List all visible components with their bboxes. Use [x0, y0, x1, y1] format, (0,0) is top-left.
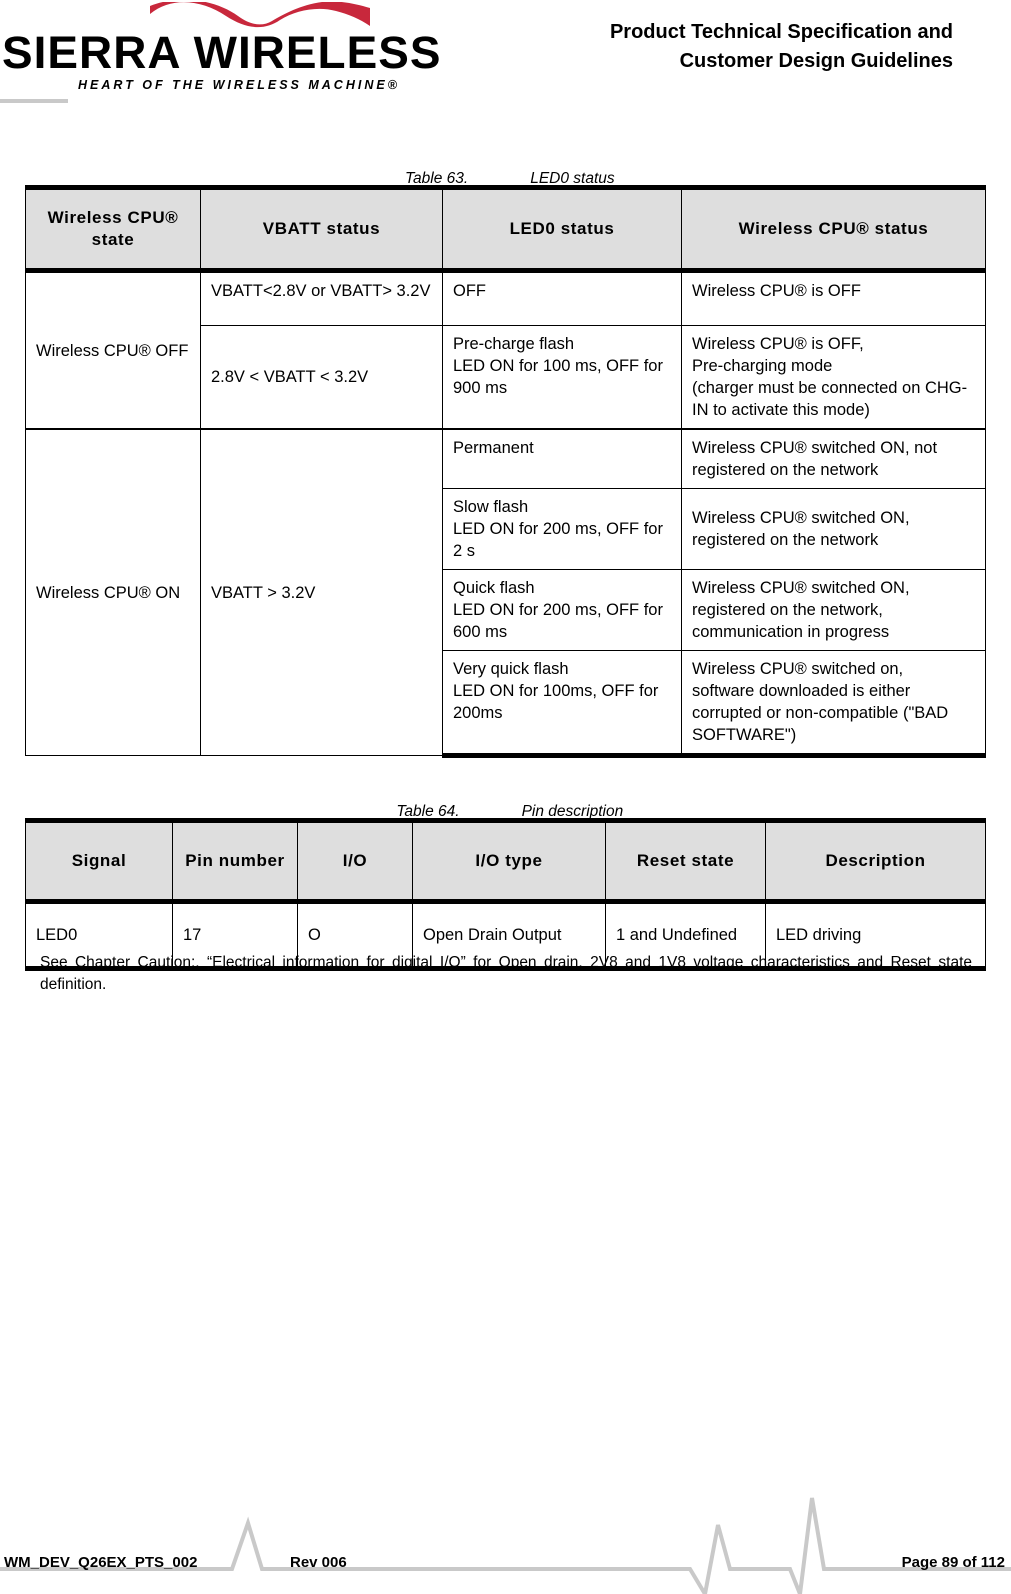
table64-caption: Table 64. Pin description: [0, 785, 1011, 821]
table64-col-header-pin-number: Pin number: [172, 818, 298, 904]
table63-cpu-r2-line3: (charger must be connected on CHG-IN to …: [692, 379, 968, 419]
table63-cell-vbatt-r1: VBATT<2.8V or VBATT> 3.2V: [200, 270, 443, 326]
table63-cell-led0-r3: Permanent: [442, 428, 682, 489]
table63-col-header-state: Wireless CPU® state: [25, 185, 201, 273]
table63-led0-r2-line2: LED ON for 100 ms, OFF for 900 ms: [453, 357, 663, 397]
header-title-line1: Product Technical Specification and: [609, 21, 953, 43]
footer-revision: Rev 006: [290, 1554, 347, 1571]
table63-col-header-cpustatus: Wireless CPU® status: [681, 185, 986, 273]
table63-cell-led0-r4: Slow flash LED ON for 200 ms, OFF for 2 …: [442, 488, 682, 570]
table63-cpu-r6-line2: software downloaded is either corrupted …: [692, 682, 949, 744]
table63-led0-r5-line2: LED ON for 200 ms, OFF for 600 ms: [453, 601, 663, 641]
table-row: Wireless CPU® ON VBATT > 3.2V Permanent …: [25, 428, 986, 756]
table63-led0-r2-line1: Pre-charge flash: [453, 335, 575, 353]
table63-cell-vbatt-r2: 2.8V < VBATT < 3.2V: [200, 325, 443, 430]
table63-cell-cpustatus-r5: Wireless CPU® switched ON, registered on…: [681, 569, 986, 651]
page-header: SIERRA WIRELESS HEART OF THE WIRELESS MA…: [0, 0, 1011, 110]
table64-header-row: Signal Pin number I/O I/O type Reset sta…: [25, 818, 986, 904]
table63-cell-cpustatus-r1: Wireless CPU® is OFF: [681, 270, 986, 326]
table64-col-header-io: I/O: [297, 818, 413, 904]
table63-cpu-r2-line1: Wireless CPU® is OFF,: [692, 335, 864, 353]
table63-header-row: Wireless CPU® state VBATT status LED0 st…: [25, 185, 986, 273]
table63-cell-led0-r1: OFF: [442, 270, 682, 326]
table63-cell-led0-r5: Quick flash LED ON for 200 ms, OFF for 6…: [442, 569, 682, 651]
table63-cell-vbatt-on: VBATT > 3.2V: [200, 428, 443, 756]
table63-col-header-led0: LED0 status: [442, 185, 682, 273]
table63-cell-cpustatus-r2: Wireless CPU® is OFF, Pre-charging mode …: [681, 325, 986, 430]
table63-col-header-vbatt: VBATT status: [200, 185, 443, 273]
table63-led0-r5-line1: Quick flash: [453, 579, 535, 597]
table63-cell-state-off: Wireless CPU® OFF: [25, 270, 201, 430]
table64-col-header-description: Description: [765, 818, 986, 904]
table-row: Wireless CPU® OFF VBATT<2.8V or VBATT> 3…: [25, 270, 986, 430]
table63-cell-cpustatus-r6: Wireless CPU® switched on, software down…: [681, 650, 986, 758]
table63-led0-r4-line2: LED ON for 200 ms, OFF for 2 s: [453, 520, 663, 560]
table63-led0-r6-line1: Very quick flash: [453, 660, 569, 678]
table63-led0-r4-line1: Slow flash: [453, 498, 529, 516]
footer-wave-decoration: [0, 1497, 1011, 1594]
logo-tagline: HEART OF THE WIRELESS MACHINE®: [78, 78, 400, 92]
table63-cell-led0-r2: Pre-charge flash LED ON for 100 ms, OFF …: [442, 325, 682, 430]
table63-cpu-r2-line2: Pre-charging mode: [692, 357, 833, 375]
table63-cell-state-on: Wireless CPU® ON: [25, 428, 201, 756]
table64-col-header-reset-state: Reset state: [605, 818, 766, 904]
table64-col-header-signal: Signal: [25, 818, 173, 904]
header-title-line2: Customer Design Guidelines: [679, 50, 953, 72]
table63-caption: Table 63. LED0 status: [0, 152, 1011, 188]
table63-led0-r6-line2: LED ON for 100ms, OFF for 200ms: [453, 682, 659, 722]
pin-description-table: Signal Pin number I/O I/O type Reset sta…: [25, 818, 986, 971]
reference-note: See Chapter Caution:, “Electrical inform…: [40, 954, 972, 993]
footer-document-id: WM_DEV_Q26EX_PTS_002: [4, 1554, 198, 1571]
logo-wordmark: SIERRA WIRELESS: [2, 27, 442, 78]
document-header-title: Product Technical Specification and Cust…: [433, 18, 953, 76]
table64-col-header-io-type: I/O type: [412, 818, 606, 904]
footer-page-number: Page 89 of 112: [901, 1554, 1005, 1571]
page-footer: WM_DEV_Q26EX_PTS_002 Rev 006 Page 89 of …: [0, 1490, 1011, 1594]
table63-cpu-r6-line1: Wireless CPU® switched on,: [692, 660, 904, 678]
table63-cell-cpustatus-r3: Wireless CPU® switched ON, not registere…: [681, 428, 986, 489]
table63-cell-led0-r6: Very quick flash LED ON for 100ms, OFF f…: [442, 650, 682, 758]
led0-status-table: Wireless CPU® state VBATT status LED0 st…: [25, 185, 986, 758]
table63-cell-cpustatus-r4: Wireless CPU® switched ON, registered on…: [681, 488, 986, 570]
sierra-wireless-logo: SIERRA WIRELESS HEART OF THE WIRELESS MA…: [0, 2, 455, 92]
header-divider: [0, 99, 68, 103]
